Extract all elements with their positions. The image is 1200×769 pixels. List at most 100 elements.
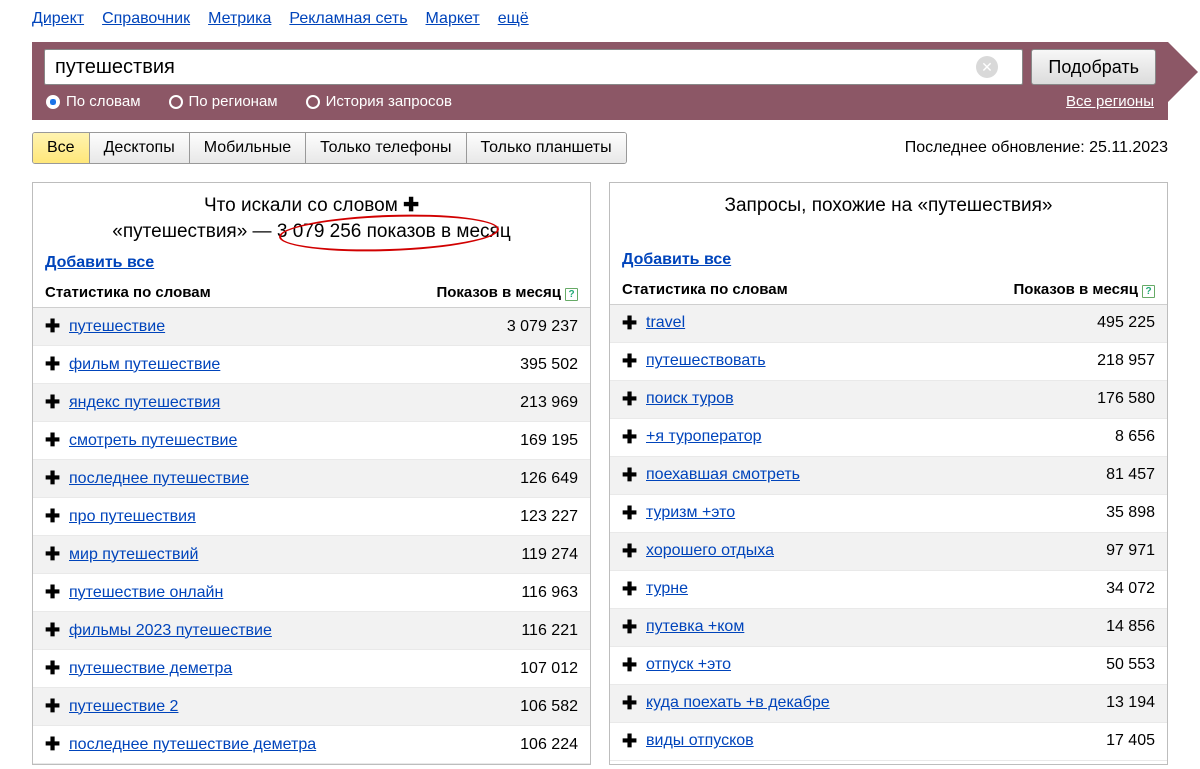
keyword-link[interactable]: про путешествия <box>69 508 196 526</box>
add-icon[interactable]: ✚ <box>622 313 646 334</box>
right-panel: Запросы, похожие на «путешествия» Добави… <box>609 182 1168 765</box>
right-table-header: Статистика по словам Показов в месяц? <box>610 275 1167 305</box>
keyword-link[interactable]: путешествовать <box>646 352 766 370</box>
add-all-link[interactable]: Добавить все <box>622 251 731 268</box>
keyword-link[interactable]: виды отпусков <box>646 732 754 750</box>
table-row: ✚последнее путешествие деметра106 224 <box>33 726 590 764</box>
add-icon[interactable]: ✚ <box>45 430 69 451</box>
topnav-link[interactable]: Маркет <box>426 10 480 27</box>
add-icon[interactable]: ✚ <box>622 427 646 448</box>
keyword-link[interactable]: куда поехать +в декабре <box>646 694 830 712</box>
add-icon[interactable]: ✚ <box>45 620 69 641</box>
keyword-link[interactable]: туризм +это <box>646 504 735 522</box>
impressions-value: 495 225 <box>1097 314 1155 332</box>
table-row: ✚смотреть путешествие169 195 <box>33 422 590 460</box>
keyword-link[interactable]: хорошего отдыха <box>646 542 774 560</box>
regions-link[interactable]: Все регионы <box>1066 93 1154 110</box>
keyword-link[interactable]: путешествие <box>69 318 165 336</box>
add-icon[interactable]: ✚ <box>622 389 646 410</box>
add-icon[interactable]: ✚ <box>45 468 69 489</box>
add-icon[interactable]: ✚ <box>45 582 69 603</box>
table-row: ✚фильмы 2023 путешествие116 221 <box>33 612 590 650</box>
help-icon[interactable]: ? <box>565 288 578 301</box>
add-icon[interactable]: ✚ <box>622 465 646 486</box>
add-icon[interactable]: ✚ <box>45 392 69 413</box>
add-icon[interactable]: ✚ <box>45 506 69 527</box>
impressions-value: 13 194 <box>1106 694 1155 712</box>
keyword-link[interactable]: поехавшая смотреть <box>646 466 800 484</box>
add-icon[interactable]: ✚ <box>45 544 69 565</box>
keyword-link[interactable]: путешествие деметра <box>69 660 232 678</box>
radio-label: По регионам <box>189 93 278 110</box>
topnav-link[interactable]: Метрика <box>208 10 271 27</box>
add-icon[interactable]: ✚ <box>622 541 646 562</box>
search-type-radio[interactable]: По словам <box>46 93 141 110</box>
add-icon[interactable]: ✚ <box>45 734 69 755</box>
topnav-link[interactable]: ещё <box>498 10 529 27</box>
device-tab[interactable]: Только телефоны <box>306 133 466 163</box>
keyword-link[interactable]: последнее путешествие <box>69 470 249 488</box>
impressions-value: 97 971 <box>1106 542 1155 560</box>
topnav-link[interactable]: Директ <box>32 10 84 27</box>
add-icon[interactable]: ✚ <box>45 316 69 337</box>
search-type-radio[interactable]: История запросов <box>306 93 452 110</box>
clear-icon[interactable]: ✕ <box>976 56 998 78</box>
impressions-value: 116 963 <box>521 584 578 602</box>
keyword-link[interactable]: путешествие 2 <box>69 698 178 716</box>
table-row: ✚последнее путешествие126 649 <box>33 460 590 498</box>
plus-icon: ✚ <box>403 195 419 216</box>
table-row: ✚путешествие 2106 582 <box>33 688 590 726</box>
add-icon[interactable]: ✚ <box>622 655 646 676</box>
add-icon[interactable]: ✚ <box>45 696 69 717</box>
radio-label: По словам <box>66 93 141 110</box>
keyword-link[interactable]: турне <box>646 580 688 598</box>
impressions-value: 34 072 <box>1106 580 1155 598</box>
impressions-value: 8 656 <box>1115 428 1155 446</box>
add-icon[interactable]: ✚ <box>622 693 646 714</box>
add-all-link[interactable]: Добавить все <box>45 254 154 271</box>
topnav-link[interactable]: Рекламная сеть <box>289 10 407 27</box>
table-row: ✚куда поехать +в декабре 13 194 <box>610 685 1167 723</box>
keyword-link[interactable]: +я туроператор <box>646 428 762 446</box>
keyword-link[interactable]: поиск туров <box>646 390 734 408</box>
help-icon[interactable]: ? <box>1142 285 1155 298</box>
table-row: ✚поехавшая смотреть 81 457 <box>610 457 1167 495</box>
topnav-link[interactable]: Справочник <box>102 10 190 27</box>
device-tab[interactable]: Десктопы <box>90 133 190 163</box>
add-icon[interactable]: ✚ <box>45 354 69 375</box>
add-icon[interactable]: ✚ <box>622 579 646 600</box>
impressions-value: 119 274 <box>521 546 578 564</box>
device-tab[interactable]: Все <box>33 133 90 163</box>
top-nav: Директ Справочник Метрика Рекламная сеть Мар… <box>0 0 1200 42</box>
add-icon[interactable]: ✚ <box>622 617 646 638</box>
keyword-link[interactable]: travel <box>646 314 685 332</box>
search-input[interactable] <box>44 49 1023 85</box>
impressions-value: 81 457 <box>1106 466 1155 484</box>
keyword-link[interactable]: мир путешествий <box>69 546 198 564</box>
search-type-radios: По словам По регионам История запросов Все … <box>44 85 1156 120</box>
keyword-link[interactable]: смотреть путешествие <box>69 432 237 450</box>
impressions-value: 218 957 <box>1097 352 1155 370</box>
keyword-link[interactable]: фильм путешествие <box>69 356 220 374</box>
keyword-link[interactable]: путевка +ком <box>646 618 744 636</box>
keyword-link[interactable]: последнее путешествие деметра <box>69 736 316 754</box>
keyword-link[interactable]: фильмы 2023 путешествие <box>69 622 272 640</box>
device-tab[interactable]: Мобильные <box>190 133 306 163</box>
add-icon[interactable]: ✚ <box>622 351 646 372</box>
keyword-link[interactable]: путешествие онлайн <box>69 584 223 602</box>
search-bar: ✕ Подобрать По словам По регионам История … <box>32 42 1168 120</box>
device-tabs: ВсеДесктопыМобильныеТолько телефоныТольк… <box>32 132 627 164</box>
last-updated: Последнее обновление: 25.11.2023 <box>905 139 1168 157</box>
add-icon[interactable]: ✚ <box>622 503 646 524</box>
radio-icon <box>306 95 320 109</box>
impressions-value: 107 012 <box>520 660 578 678</box>
add-icon[interactable]: ✚ <box>45 658 69 679</box>
search-button[interactable]: Подобрать <box>1031 49 1156 85</box>
impressions-value: 50 553 <box>1106 656 1155 674</box>
search-type-radio[interactable]: По регионам <box>169 93 278 110</box>
keyword-link[interactable]: яндекс путешествия <box>69 394 220 412</box>
device-tab[interactable]: Только планшеты <box>467 133 626 163</box>
keyword-link[interactable]: отпуск +это <box>646 656 731 674</box>
add-icon[interactable]: ✚ <box>622 731 646 752</box>
impressions-value: 123 227 <box>520 508 578 526</box>
